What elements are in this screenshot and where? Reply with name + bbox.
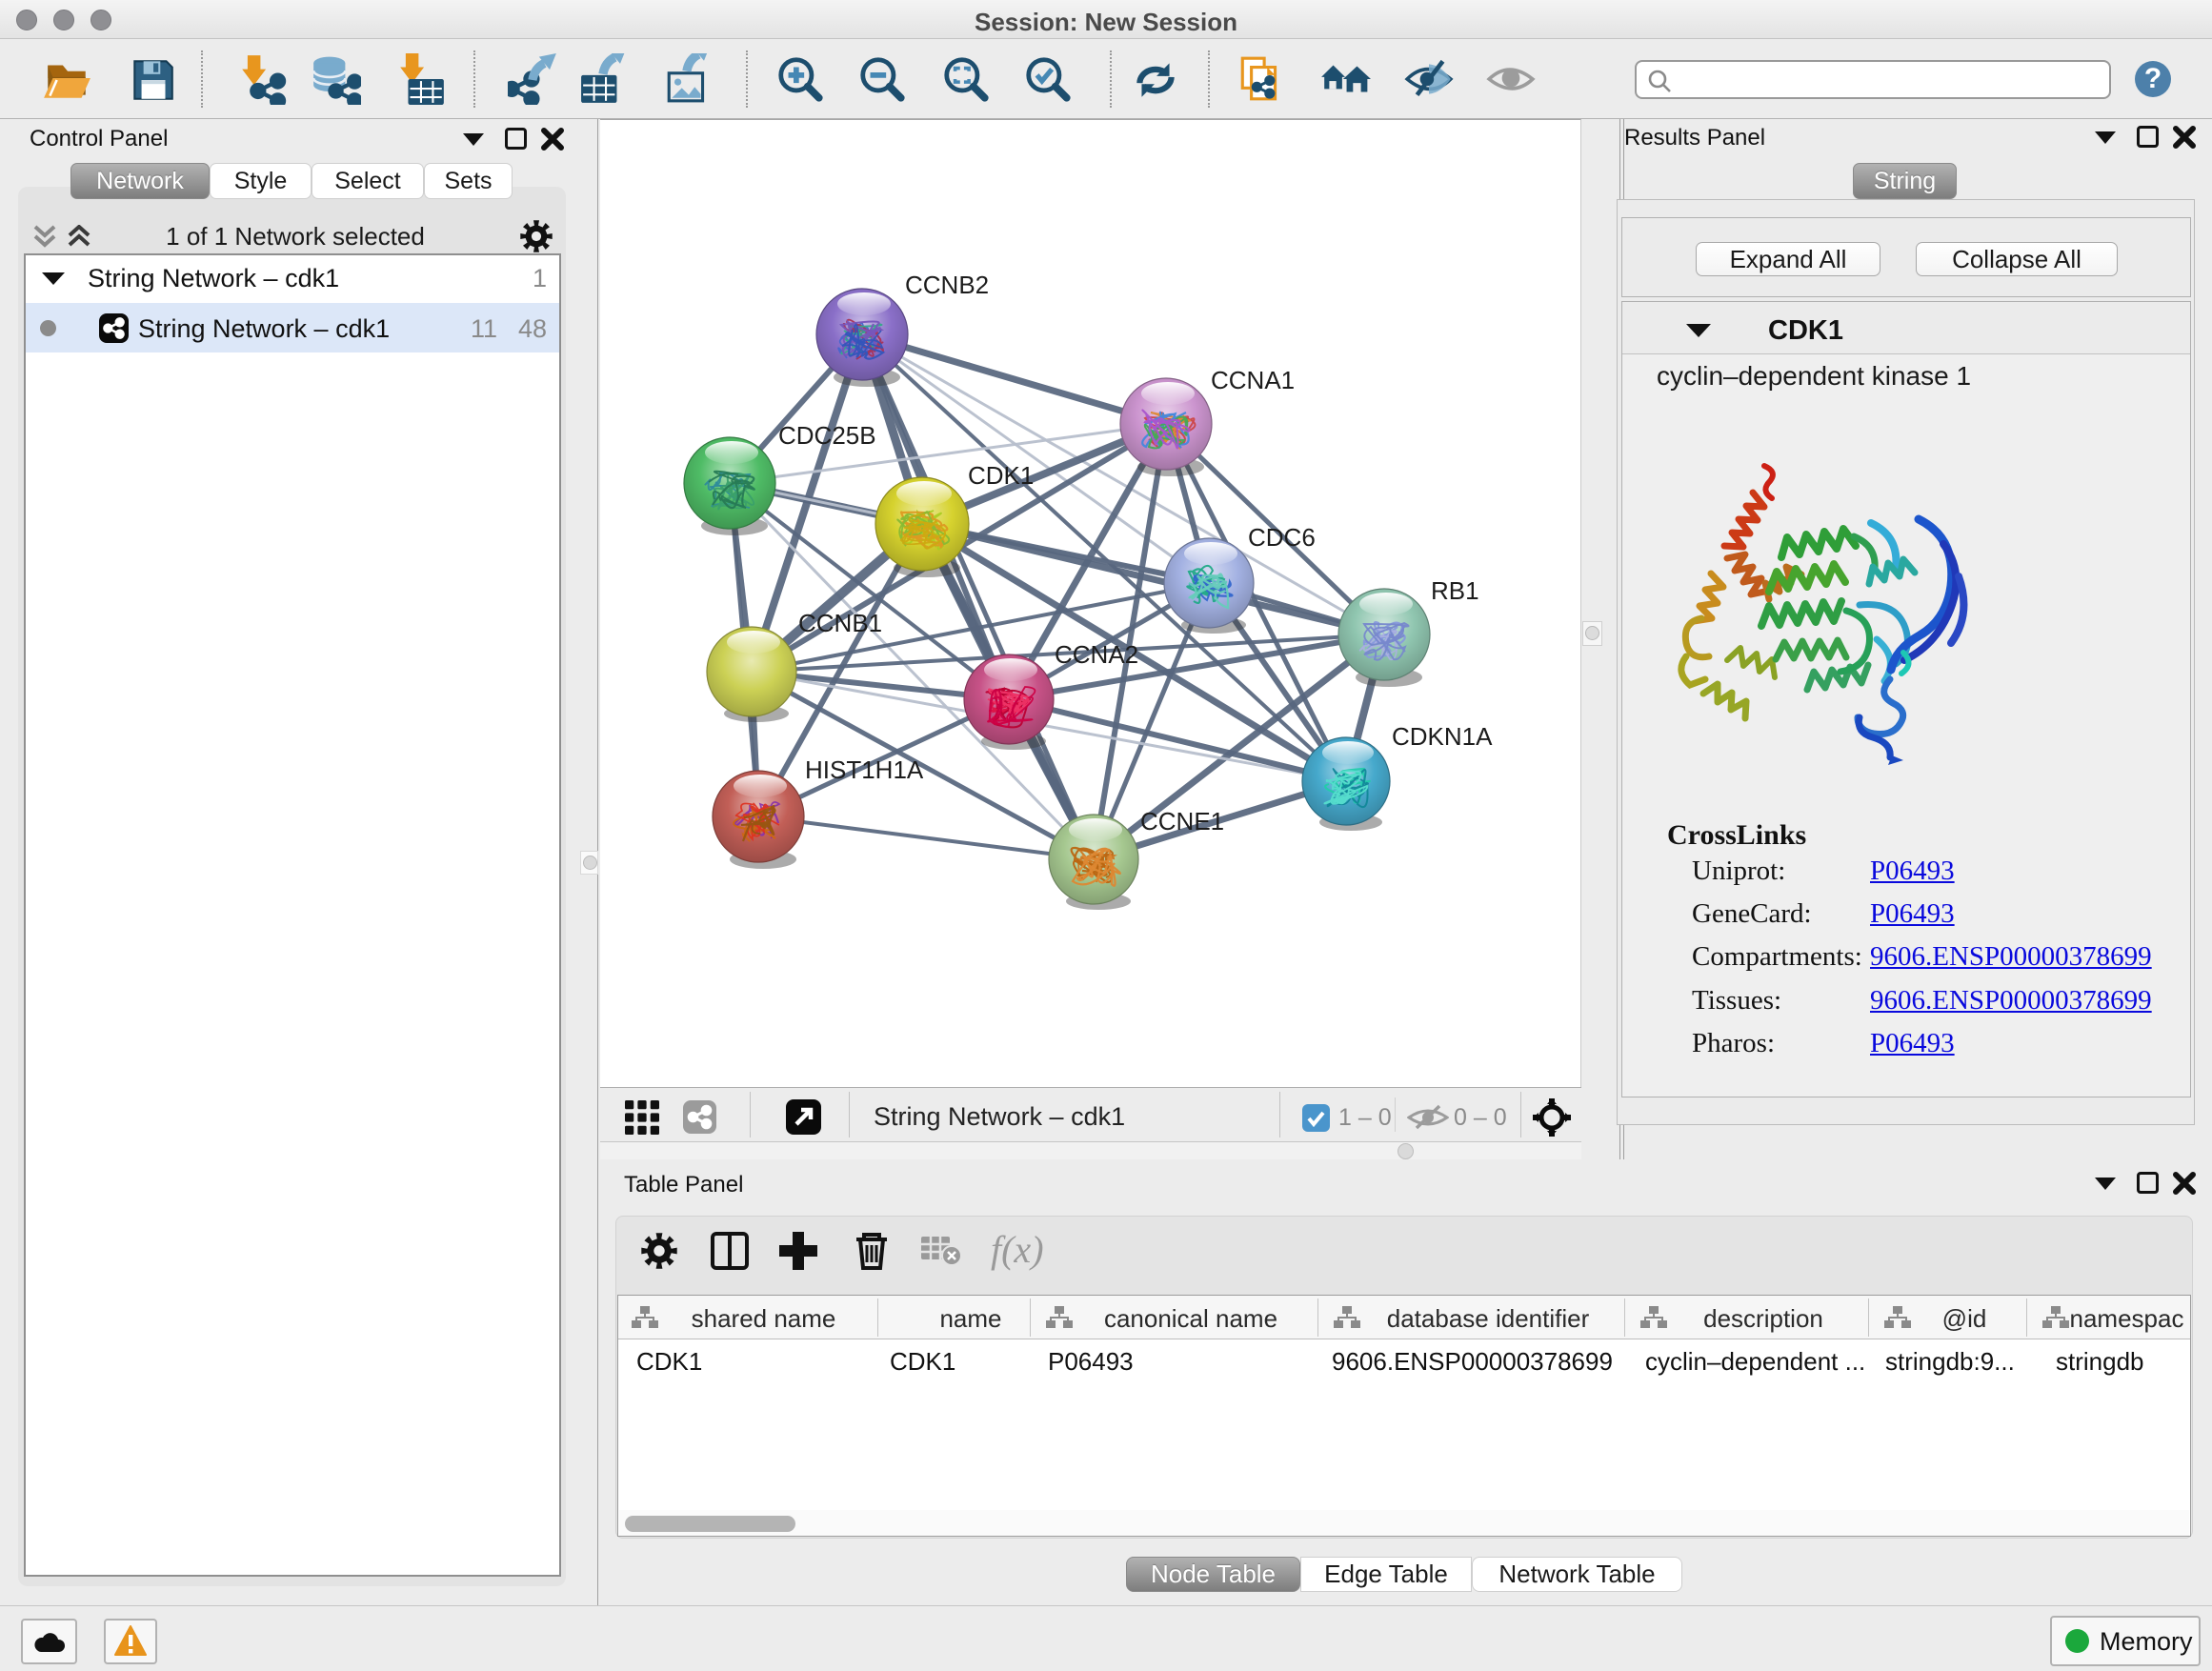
- svg-text:RB1: RB1: [1431, 576, 1479, 605]
- svg-text:CCNB2: CCNB2: [905, 271, 989, 299]
- svg-text:CDK1: CDK1: [968, 461, 1034, 490]
- svg-text:CCNA2: CCNA2: [1055, 640, 1138, 669]
- svg-text:CDC25B: CDC25B: [778, 421, 876, 450]
- svg-text:HIST1H1A: HIST1H1A: [805, 755, 924, 784]
- svg-text:CCNB1: CCNB1: [798, 609, 882, 637]
- svg-text:CDC6: CDC6: [1248, 523, 1316, 552]
- svg-text:CDKN1A: CDKN1A: [1392, 722, 1493, 751]
- svg-text:CCNA1: CCNA1: [1211, 366, 1295, 394]
- svg-text:CCNE1: CCNE1: [1140, 807, 1224, 836]
